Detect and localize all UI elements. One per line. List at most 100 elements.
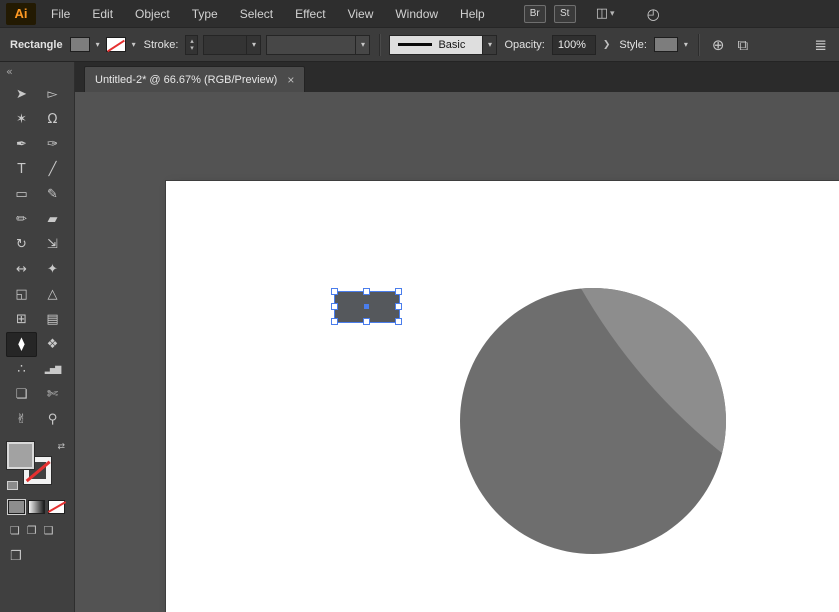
draw-inside-button[interactable]: ❑ xyxy=(44,524,54,537)
stepper-down-icon[interactable]: ▾ xyxy=(190,44,194,52)
document-tab[interactable]: Untitled-2* @ 66.67% (RGB/Preview) × xyxy=(84,66,306,92)
free-transform-tool[interactable]: ✦ xyxy=(37,257,68,282)
magic-wand-tool[interactable]: ✶ xyxy=(6,107,37,132)
selection-handle[interactable] xyxy=(395,288,402,295)
slice-tool[interactable]: ✄ xyxy=(37,382,68,407)
selection-tool[interactable]: ➤ xyxy=(6,82,37,107)
default-fill-stroke-icon[interactable] xyxy=(7,481,18,490)
selected-rectangle-shape[interactable] xyxy=(331,288,402,325)
hand-tool[interactable]: ✌ xyxy=(6,407,37,432)
selection-handle[interactable] xyxy=(331,318,338,325)
chevron-down-icon[interactable]: ▾ xyxy=(355,35,369,54)
symbol-sprayer-tool[interactable]: ∴ xyxy=(6,357,37,382)
draw-behind-button[interactable]: ❐ xyxy=(27,524,37,537)
direct-selection-tool[interactable]: ▻ xyxy=(37,82,68,107)
none-button[interactable] xyxy=(48,500,65,514)
stock-button[interactable]: St xyxy=(553,4,576,23)
stroke-width-stepper[interactable]: ▴ ▾ xyxy=(185,34,199,55)
eraser-tool[interactable]: ▰ xyxy=(37,207,68,232)
selection-handle[interactable] xyxy=(363,318,370,325)
selection-handle[interactable] xyxy=(363,288,370,295)
stroke-chevron-icon[interactable]: ▾ xyxy=(131,40,137,49)
menu-item[interactable]: Edit xyxy=(81,0,124,28)
draw-modes: ❏ ❐ ❑ xyxy=(10,524,74,537)
mesh-tool[interactable]: ⊞ xyxy=(6,307,37,332)
selection-handle[interactable] xyxy=(331,303,338,310)
center-point-marker xyxy=(364,304,369,309)
fill-stroke-indicator: ⇄ xyxy=(6,441,67,490)
document-actions-icon[interactable]: ⧉ xyxy=(733,36,752,54)
type-tool[interactable]: T xyxy=(6,157,37,182)
perspective-grid-tool[interactable]: △ xyxy=(37,282,68,307)
canvas-area[interactable] xyxy=(75,92,839,612)
document-tab-strip: Untitled-2* @ 66.67% (RGB/Preview) × xyxy=(75,62,839,92)
rectangle-tool[interactable]: ▭ xyxy=(6,182,37,207)
bridge-button[interactable]: Br xyxy=(523,4,546,23)
width-tool[interactable]: ↔ xyxy=(6,257,37,282)
screen-mode-row: ❒ xyxy=(10,548,74,564)
stroke-label: Stroke: xyxy=(143,38,179,51)
apply-color-buttons xyxy=(8,500,74,514)
stroke-width-select[interactable]: ▾ xyxy=(203,34,262,55)
align-panel-icon[interactable]: ≣ xyxy=(810,36,831,54)
blend-tool[interactable]: ❖ xyxy=(37,332,68,357)
sync-settings-button[interactable]: ◴ xyxy=(647,5,660,23)
brush-definition-select[interactable]: Basic ▾ xyxy=(389,34,498,55)
menu-item[interactable]: Select xyxy=(229,0,284,28)
collapse-panel-icon[interactable]: « xyxy=(6,65,13,78)
sync-settings-icon: ◴ xyxy=(646,4,660,23)
screen-mode-button[interactable]: ❒ xyxy=(10,549,22,564)
brush-stroke-preview xyxy=(398,43,433,46)
eyedropper-tool[interactable]: ⧫ xyxy=(6,332,37,357)
brush-name: Basic xyxy=(438,38,466,51)
selection-handle[interactable] xyxy=(395,303,402,310)
line-segment-tool[interactable]: ╱ xyxy=(37,157,68,182)
curvature-tool[interactable]: ✑ xyxy=(37,132,68,157)
menu-item[interactable]: Window xyxy=(384,0,449,28)
rotate-tool[interactable]: ↻ xyxy=(6,232,37,257)
selection-handle[interactable] xyxy=(331,288,338,295)
chevron-down-icon[interactable]: ▾ xyxy=(482,35,497,54)
gradient-tool[interactable]: ▤ xyxy=(37,307,68,332)
menu-item[interactable]: Object xyxy=(124,0,181,28)
divider xyxy=(379,33,381,56)
stroke-color-swatch[interactable] xyxy=(105,37,126,52)
chevron-down-icon[interactable]: ▾ xyxy=(246,35,260,54)
panel-header: « xyxy=(0,62,74,80)
swap-fill-stroke-icon[interactable]: ⇄ xyxy=(57,442,65,452)
fill-chevron-icon[interactable]: ▾ xyxy=(95,40,101,49)
divider xyxy=(697,33,699,56)
fill-indicator[interactable] xyxy=(6,441,35,470)
chevron-down-icon: ▾ xyxy=(610,8,615,19)
menu-bar: Ai File Edit Object Type Select Effect V… xyxy=(0,0,839,28)
menu-item[interactable]: File xyxy=(40,0,81,28)
scale-tool[interactable]: ⇲ xyxy=(37,232,68,257)
menu-item[interactable]: Effect xyxy=(284,0,336,28)
zoom-tool[interactable]: ⚲ xyxy=(37,407,68,432)
opacity-flyout-icon[interactable]: ❯ xyxy=(601,40,613,50)
width-profile-select[interactable]: ▾ xyxy=(266,34,371,55)
menu-item[interactable]: View xyxy=(337,0,385,28)
selection-handle[interactable] xyxy=(395,318,402,325)
shape-builder-tool[interactable]: ◱ xyxy=(6,282,37,307)
globe-icon[interactable]: ⊕ xyxy=(708,36,729,54)
pencil-tool[interactable]: ✏ xyxy=(6,207,37,232)
lasso-tool[interactable]: Ω xyxy=(37,107,68,132)
pen-tool[interactable]: ✒ xyxy=(6,132,37,157)
workspace-switcher[interactable]: ◫ ▾ xyxy=(596,6,615,21)
color-button[interactable] xyxy=(8,500,25,514)
paintbrush-tool[interactable]: ✎ xyxy=(37,182,68,207)
style-chevron-icon[interactable]: ▾ xyxy=(683,40,689,49)
gradient-button[interactable] xyxy=(28,500,45,514)
document-tab-title: Untitled-2* @ 66.67% (RGB/Preview) xyxy=(95,73,278,86)
artboard-tool[interactable]: ❏ xyxy=(6,382,37,407)
draw-normal-button[interactable]: ❏ xyxy=(10,524,20,537)
tab-close-icon[interactable]: × xyxy=(287,73,294,87)
menu-item[interactable]: Type xyxy=(181,0,229,28)
circle-shape[interactable] xyxy=(460,288,726,554)
opacity-input[interactable]: 100% xyxy=(551,34,596,55)
fill-color-swatch[interactable] xyxy=(69,37,90,52)
column-graph-tool[interactable]: ▂▅▇ xyxy=(37,357,68,382)
menu-item[interactable]: Help xyxy=(449,0,496,28)
style-swatch[interactable] xyxy=(653,37,678,52)
